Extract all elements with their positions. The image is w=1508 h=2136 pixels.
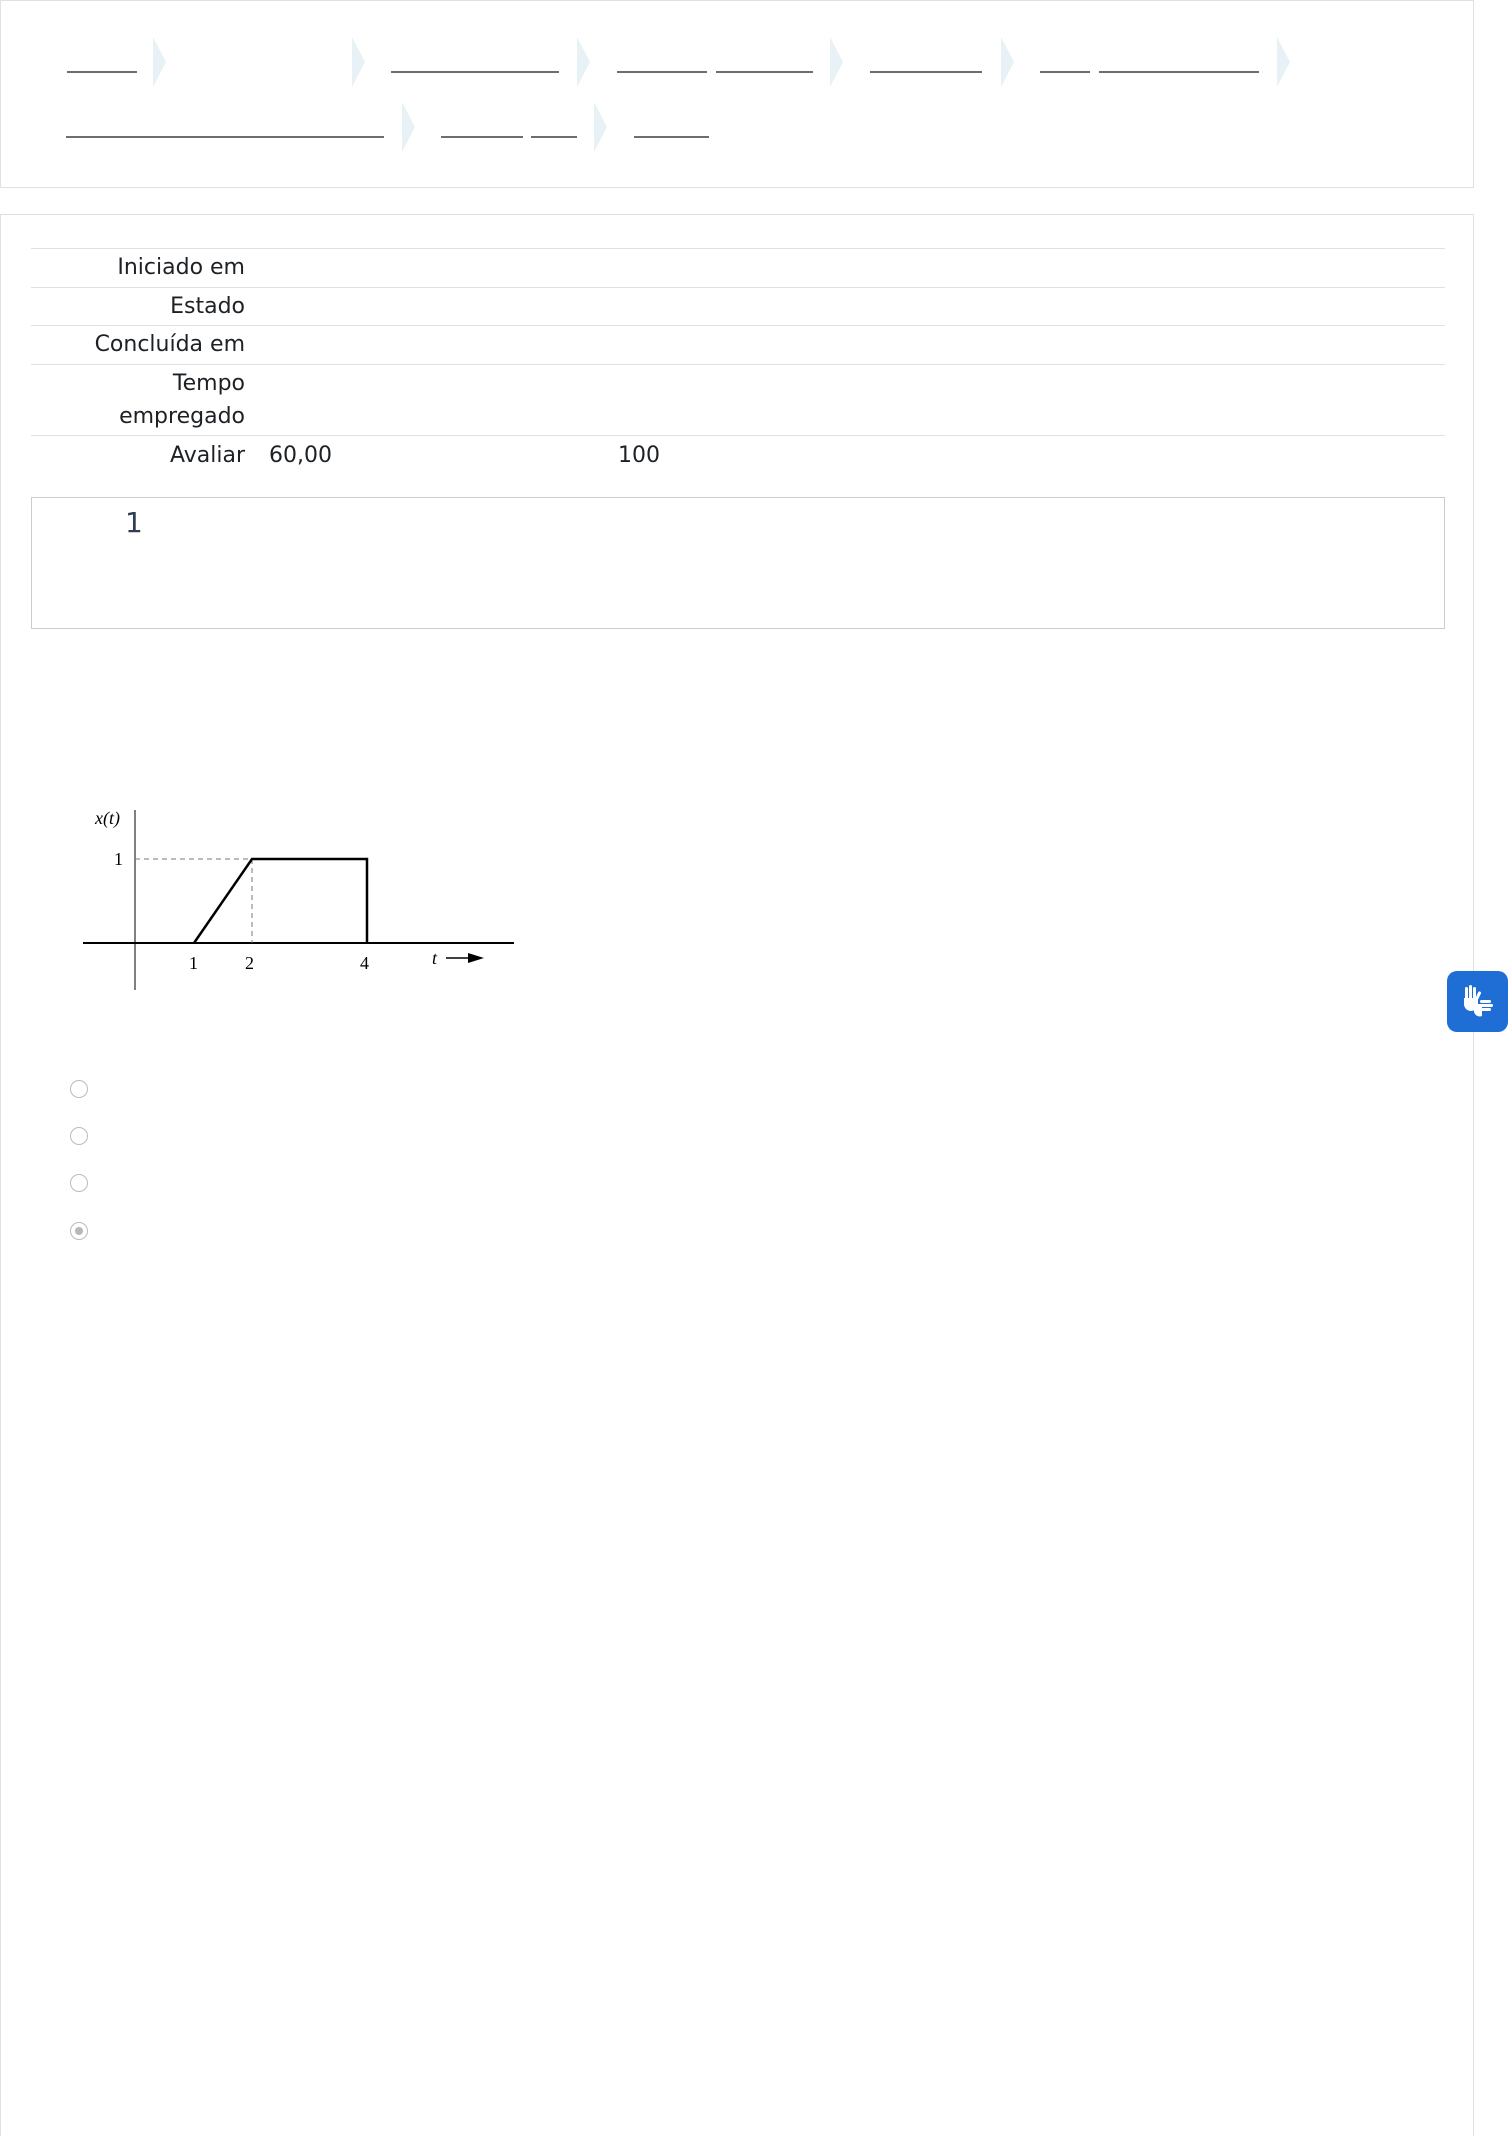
signal-figure: x(t) 1 1 2 4 t — [83, 808, 514, 990]
question-number: 1 — [125, 506, 143, 539]
figure-signal-curve — [192, 857, 369, 944]
breadcrumb-link-3[interactable] — [617, 71, 707, 73]
breadcrumb-link-1[interactable] — [67, 71, 137, 73]
summary-divider — [31, 287, 1445, 288]
question-info-box: 1 — [31, 497, 1445, 629]
summary-label-started: Iniciado em — [117, 255, 245, 280]
summary-divider — [31, 248, 1445, 249]
breadcrumb-separator-icon — [402, 102, 415, 152]
breadcrumb-separator-icon — [352, 37, 365, 87]
summary-label-grade: Avaliar — [169, 443, 245, 468]
breadcrumb-link-8[interactable] — [634, 136, 709, 138]
answer-option-radio-1[interactable] — [70, 1080, 88, 1098]
sign-language-hands-icon — [1463, 984, 1493, 1016]
breadcrumb-separator-icon — [1001, 37, 1014, 87]
figure-x-tick-2: 2 — [245, 953, 254, 973]
answer-option-radio-3[interactable] — [70, 1174, 88, 1192]
answer-option-radio-2[interactable] — [70, 1127, 88, 1145]
breadcrumb-separator-icon — [577, 37, 590, 87]
breadcrumb-separator-icon — [594, 102, 607, 152]
figure-t-label: t — [432, 948, 438, 968]
figure-x-tick-4: 4 — [360, 953, 369, 973]
breadcrumb-separator-icon — [153, 37, 166, 87]
breadcrumb-separator-icon — [1277, 37, 1290, 87]
summary-label-time-taken: Tempo empregado — [119, 367, 245, 433]
breadcrumb-link-4[interactable] — [870, 71, 982, 73]
summary-divider — [31, 435, 1445, 436]
figure-x-tick-1: 1 — [189, 953, 198, 973]
figure-y-label: x(t) — [94, 808, 120, 829]
summary-divider — [31, 325, 1445, 326]
breadcrumb-link-7[interactable] — [441, 136, 523, 138]
summary-grade-max: 100 — [618, 443, 660, 468]
summary-label-completed: Concluída em — [94, 332, 245, 357]
breadcrumb-link-3b[interactable] — [716, 71, 813, 73]
summary-label-time-taken-line2: empregado — [119, 404, 245, 429]
breadcrumb-link-7b[interactable] — [531, 136, 577, 138]
figure-y-tick: 1 — [114, 849, 123, 869]
figure-t-arrow-head — [468, 953, 484, 963]
breadcrumb-link-5[interactable] — [1040, 71, 1090, 73]
summary-label-time-taken-line1: Tempo — [172, 371, 245, 396]
answer-option-radio-4[interactable] — [70, 1222, 88, 1240]
breadcrumb-link-6[interactable] — [66, 136, 384, 138]
summary-grade-value: 60,00 — [269, 443, 332, 468]
accessibility-widget-button[interactable] — [1447, 971, 1508, 1032]
breadcrumb — [0, 0, 1474, 188]
breadcrumb-link-2[interactable] — [391, 71, 559, 73]
summary-label-state: Estado — [170, 294, 245, 319]
quiz-review-panel: Iniciado em Estado Concluída em Tempo em… — [0, 214, 1474, 2136]
breadcrumb-link-5b[interactable] — [1099, 71, 1259, 73]
summary-divider — [31, 364, 1445, 365]
breadcrumb-separator-icon — [830, 37, 843, 87]
